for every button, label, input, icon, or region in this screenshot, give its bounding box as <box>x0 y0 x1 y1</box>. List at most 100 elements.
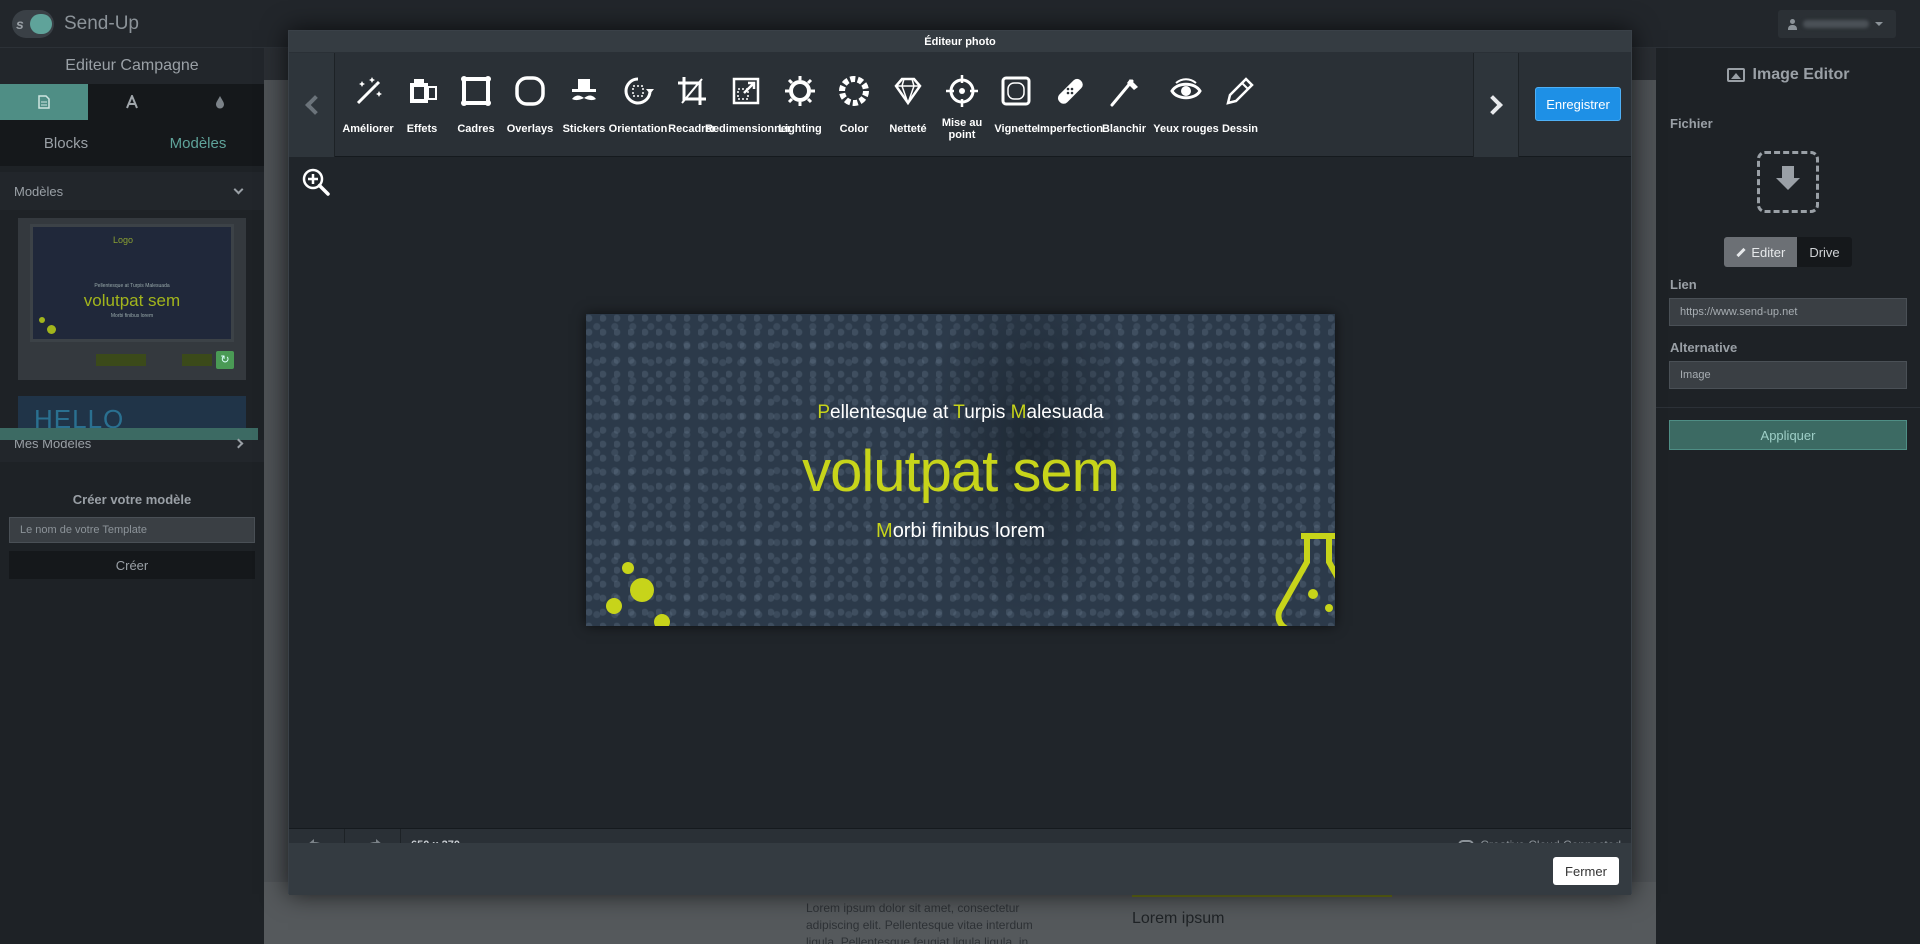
chevron-left-icon <box>304 95 325 115</box>
thumbnail-logo: Logo <box>113 235 134 245</box>
models-section-label: Modèles <box>14 183 64 199</box>
decor-dot <box>630 578 654 602</box>
hat-mustache-icon <box>572 79 596 101</box>
zoom-in-icon[interactable] <box>301 167 331 197</box>
chevron-down-icon <box>233 184 244 194</box>
thumbnail-dot <box>47 325 56 334</box>
magic-wand-icon <box>356 77 382 105</box>
image-title: volutpat sem <box>802 439 1120 504</box>
toothbrush-icon <box>1110 79 1138 107</box>
editor-body: Améliorer Effets Cadres Overlays Stickers Ori… <box>289 53 1631 861</box>
use-template-button[interactable] <box>96 354 146 366</box>
font-icon <box>126 95 138 109</box>
tool-14[interactable]: Blanchir <box>1091 53 1157 157</box>
image-icon <box>1726 68 1745 82</box>
focus-icon <box>946 75 978 107</box>
create-template-button[interactable]: Créer <box>9 551 255 579</box>
color-wheel-icon <box>839 76 869 106</box>
template-thumbnail: Logo Pellentesque at Turpis Malesuada vo… <box>30 224 234 342</box>
scroll-indicator <box>0 428 258 440</box>
upload-drop-zone[interactable] <box>1757 151 1819 213</box>
drive-button[interactable]: Drive <box>1797 237 1852 267</box>
thumbnail-dot <box>39 317 45 323</box>
tab-colors[interactable] <box>176 84 264 120</box>
flask-icon <box>1275 533 1335 626</box>
link-input[interactable] <box>1669 298 1907 326</box>
file-label: Fichier <box>1670 116 1713 131</box>
modal-title: Éditeur photo <box>289 31 1631 53</box>
sun-icon <box>785 76 815 106</box>
eye-icon <box>1170 78 1202 100</box>
brand[interactable]: s Send-Up <box>12 10 139 38</box>
bandage-icon <box>1057 78 1083 104</box>
diamond-icon <box>894 77 922 106</box>
divider <box>1656 407 1920 408</box>
template-actions: ↻ <box>30 350 234 370</box>
subtab-models[interactable]: Modèles <box>132 120 264 166</box>
subtab-blocks[interactable]: Blocks <box>0 120 132 166</box>
overlay-icon <box>515 76 545 106</box>
apply-button[interactable]: Appliquer <box>1669 420 1907 450</box>
models-section-header[interactable]: Modèles <box>0 172 264 210</box>
tab-content[interactable] <box>0 84 88 120</box>
user-icon <box>1788 18 1797 30</box>
sidebar-subtabs: Blocks Modèles <box>0 120 264 166</box>
crop-icon <box>678 77 706 105</box>
template-card[interactable]: Logo Pellentesque at Turpis Malesuada vo… <box>18 218 246 380</box>
thumbnail-sub-text: Morbi finibus lorem <box>110 313 154 319</box>
close-button[interactable]: Fermer <box>1553 857 1619 885</box>
panel-title-text: Image Editor <box>1752 66 1850 83</box>
right-panel: Image Editor Fichier Editer Drive Lien A… <box>1656 48 1920 944</box>
rotate-icon <box>624 77 654 105</box>
app-logo: s <box>12 10 54 38</box>
decor-dot <box>606 598 622 614</box>
decor-dot <box>622 562 634 574</box>
alt-label: Alternative <box>1670 340 1738 355</box>
tab-typography[interactable] <box>88 84 176 120</box>
photo-editor-modal: Éditeur photo Améliorer Effets Cadres Overl… <box>288 30 1632 895</box>
sidebar-title: Editeur Campagne <box>0 48 264 84</box>
background-heading: Lorem ipsum <box>1132 910 1225 927</box>
toolbar-scroll-right[interactable] <box>1473 53 1519 157</box>
sidebar-icon-tabs <box>0 84 264 120</box>
refresh-icon[interactable]: ↻ <box>216 351 234 369</box>
modal-footer: Fermer <box>289 843 1631 895</box>
droplet-icon <box>216 95 224 108</box>
editor-toolbar: Améliorer Effets Cadres Overlays Stickers Ori… <box>289 53 1631 157</box>
create-template-title: Créer votre modèle <box>72 492 192 507</box>
link-label: Lien <box>1670 277 1697 292</box>
alt-input[interactable] <box>1669 361 1907 389</box>
image-subtitle: Morbi finibus lorem <box>876 520 1045 542</box>
pencil-icon <box>1226 77 1254 105</box>
save-button[interactable]: Enregistrer <box>1535 87 1621 121</box>
pencil-icon <box>1736 247 1746 257</box>
document-icon <box>38 95 50 109</box>
thumbnail-small-text: Pellentesque at Turpis Malesuada <box>94 283 170 289</box>
file-actions: Editer Drive <box>1656 237 1920 267</box>
background-paragraph: Lorem ipsum dolor sit amet, consectetur … <box>806 901 1033 944</box>
models-list: Logo Pellentesque at Turpis Malesuada vo… <box>0 210 264 440</box>
template-name-input[interactable] <box>9 517 255 543</box>
username-blurred <box>1803 20 1869 28</box>
frame-icon <box>461 76 491 106</box>
thumbnail-big-text: volutpat sem <box>83 291 181 310</box>
edit-label: Editer <box>1751 244 1786 260</box>
film-icon <box>410 79 437 103</box>
tool-16[interactable]: Dessin <box>1207 53 1273 157</box>
chevron-right-icon <box>1483 95 1503 115</box>
download-icon <box>1782 166 1794 178</box>
panel-title: Image Editor <box>1656 48 1920 102</box>
app-name: Send-Up <box>64 13 139 34</box>
image-headline: Pellentesque at Turpis Malesuada <box>817 402 1104 423</box>
decor-dot <box>654 614 670 626</box>
toolbar-scroll-left[interactable] <box>289 53 335 157</box>
resize-icon <box>732 77 760 105</box>
tool-label: Dessin <box>1221 123 1259 135</box>
left-sidebar: Editeur Campagne Blocks Modèles Modèles … <box>0 48 264 944</box>
tool-list: Améliorer Effets Cadres Overlays Stickers Ori… <box>335 53 1473 157</box>
image-preview[interactable]: Pellentesque at Turpis Malesuada volutpa… <box>586 314 1335 626</box>
template-secondary-button[interactable] <box>182 354 212 366</box>
edit-image-button[interactable]: Editer <box>1724 237 1798 267</box>
caret-down-icon <box>1875 22 1883 26</box>
user-menu[interactable] <box>1778 10 1896 38</box>
